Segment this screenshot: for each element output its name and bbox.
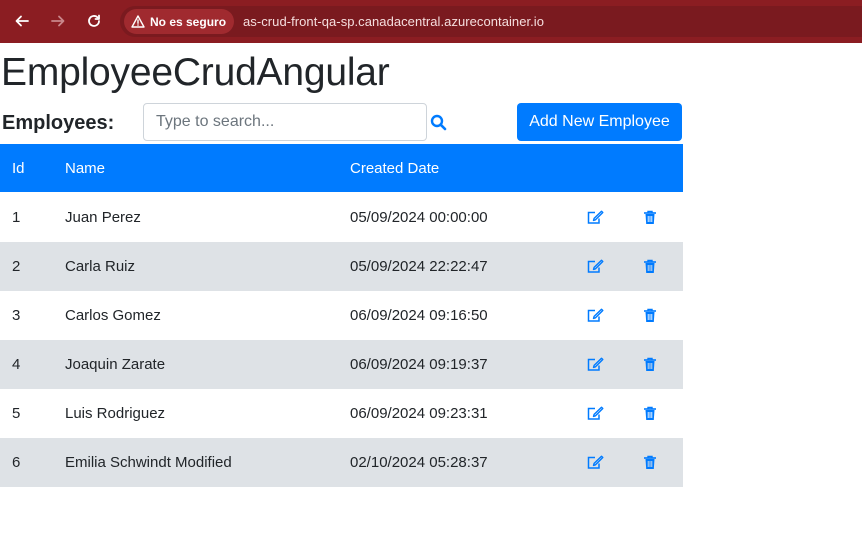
cell-created-date: 06/09/2024 09:23:31 xyxy=(350,405,488,422)
delete-button[interactable] xyxy=(641,208,659,226)
add-new-employee-button[interactable]: Add New Employee xyxy=(517,103,682,141)
security-chip[interactable]: No es seguro xyxy=(124,9,235,34)
cell-id: 2 xyxy=(12,258,21,275)
cell-created-date: 02/10/2024 05:28:37 xyxy=(350,454,488,471)
cell-created-date: 06/09/2024 09:19:37 xyxy=(350,356,488,373)
cell-name: Juan Perez xyxy=(65,209,141,226)
cell-created-date: 05/09/2024 00:00:00 xyxy=(350,209,488,226)
table-header: Id Name Created Date xyxy=(0,144,683,192)
browser-toolbar: No es seguro as-crud-front-qa-sp.canadac… xyxy=(0,0,862,43)
header-created-date: Created Date xyxy=(350,160,440,177)
reload-icon xyxy=(88,14,100,27)
edit-button[interactable] xyxy=(586,355,604,373)
address-bar[interactable]: No es seguro as-crud-front-qa-sp.canadac… xyxy=(120,6,862,37)
trash-icon xyxy=(644,308,656,322)
arrow-right-icon xyxy=(51,15,65,27)
cell-name: Carlos Gomez xyxy=(65,307,161,324)
cell-created-date: 06/09/2024 09:16:50 xyxy=(350,307,488,324)
header-name: Name xyxy=(65,160,106,177)
warning-triangle-icon xyxy=(131,15,145,28)
delete-button[interactable] xyxy=(641,355,659,373)
cell-id: 3 xyxy=(12,307,21,324)
table-row: 3 Carlos Gomez 06/09/2024 09:16:50 xyxy=(0,291,683,340)
edit-icon xyxy=(587,210,603,224)
cell-name: Emilia Schwindt Modified xyxy=(65,454,232,471)
edit-icon xyxy=(587,406,603,420)
trash-icon xyxy=(644,406,656,420)
edit-icon xyxy=(587,259,603,273)
trash-icon xyxy=(644,455,656,469)
back-button[interactable] xyxy=(10,9,34,33)
search-icon xyxy=(430,114,447,131)
url-text[interactable]: as-crud-front-qa-sp.canadacentral.azurec… xyxy=(243,14,544,29)
search-input[interactable] xyxy=(143,103,427,141)
arrow-left-icon xyxy=(15,15,29,27)
cell-created-date: 05/09/2024 22:22:47 xyxy=(350,258,488,275)
employees-label: Employees: xyxy=(2,112,115,134)
delete-button[interactable] xyxy=(641,453,659,471)
delete-button[interactable] xyxy=(641,404,659,422)
forward-button[interactable] xyxy=(46,9,70,33)
edit-button[interactable] xyxy=(586,404,604,422)
table-row: 5 Luis Rodriguez 06/09/2024 09:23:31 xyxy=(0,389,683,438)
edit-button[interactable] xyxy=(586,306,604,324)
edit-button[interactable] xyxy=(586,453,604,471)
trash-icon xyxy=(644,357,656,371)
employees-table: Id Name Created Date 1 Juan Perez 05/09/… xyxy=(0,144,683,487)
trash-icon xyxy=(644,210,656,224)
cell-id: 1 xyxy=(12,209,21,226)
security-label: No es seguro xyxy=(150,14,227,29)
cell-id: 5 xyxy=(12,405,21,422)
delete-button[interactable] xyxy=(641,257,659,275)
header-id: Id xyxy=(12,160,25,177)
search-button[interactable] xyxy=(430,114,448,132)
cell-id: 4 xyxy=(12,356,21,373)
edit-icon xyxy=(587,357,603,371)
edit-button[interactable] xyxy=(586,257,604,275)
cell-name: Joaquin Zarate xyxy=(65,356,166,373)
table-row: 1 Juan Perez 05/09/2024 00:00:00 xyxy=(0,193,683,242)
table-row: 4 Joaquin Zarate 06/09/2024 09:19:37 xyxy=(0,340,683,389)
trash-icon xyxy=(644,259,656,273)
edit-icon xyxy=(587,455,603,469)
edit-button[interactable] xyxy=(586,208,604,226)
table-row: 2 Carla Ruiz 05/09/2024 22:22:47 xyxy=(0,242,683,291)
edit-icon xyxy=(587,308,603,322)
cell-name: Luis Rodriguez xyxy=(65,405,166,422)
table-row: 6 Emilia Schwindt Modified 02/10/2024 05… xyxy=(0,438,683,487)
cell-name: Carla Ruiz xyxy=(65,258,136,275)
delete-button[interactable] xyxy=(641,306,659,324)
page-title: EmployeeCrudAngular xyxy=(1,51,390,94)
reload-button[interactable] xyxy=(82,9,106,33)
cell-id: 6 xyxy=(12,454,21,471)
